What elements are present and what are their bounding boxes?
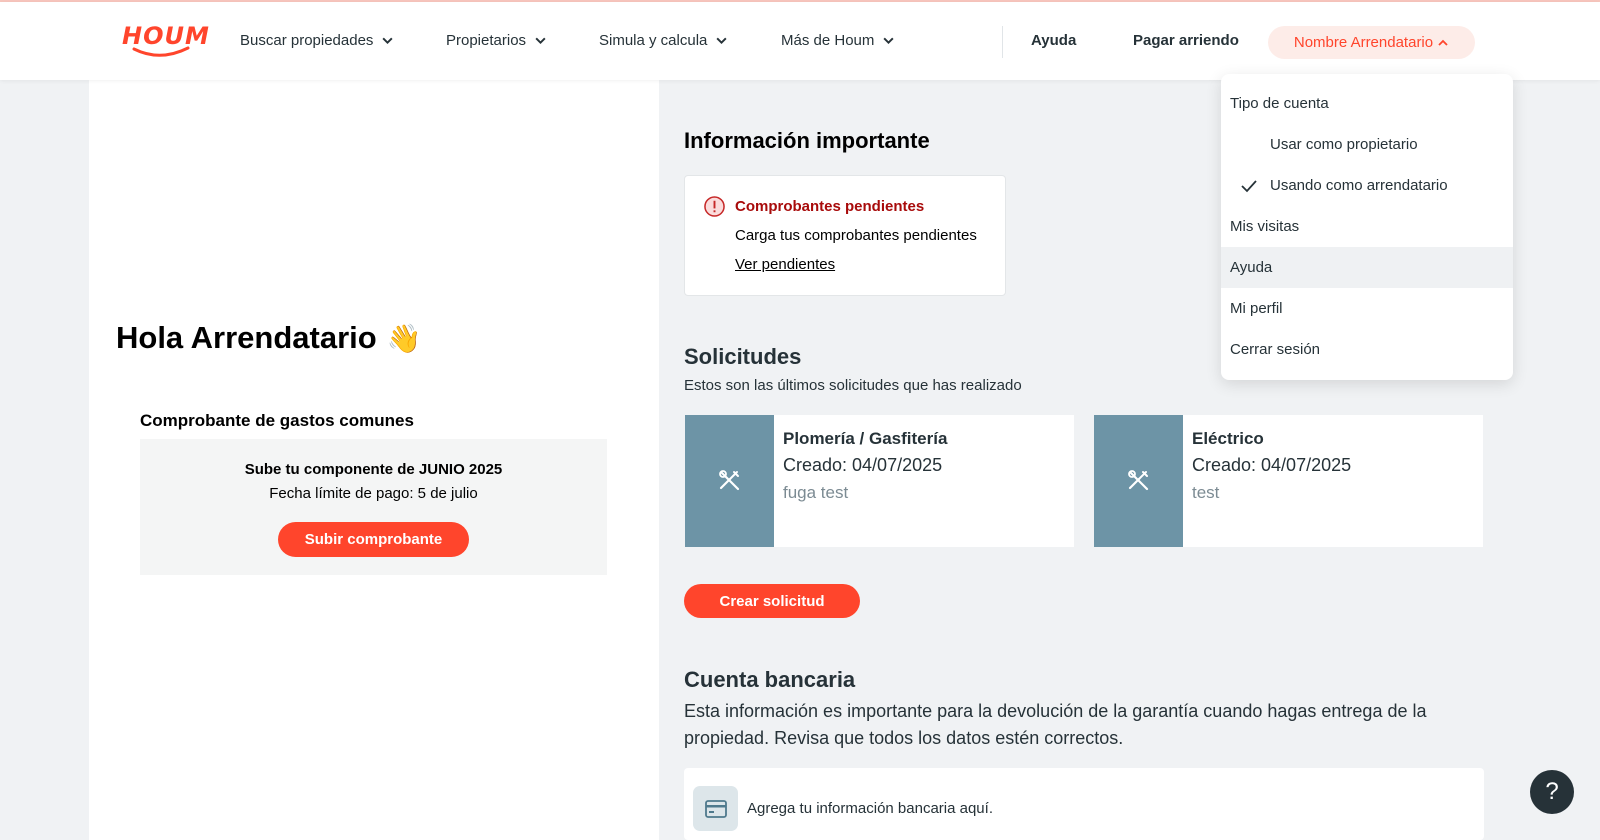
request-card[interactable]: Eléctrico Creado: 04/07/2025 test bbox=[1094, 415, 1483, 547]
menu-item-mis-visitas[interactable]: Mis visitas bbox=[1221, 206, 1513, 247]
nav-buscar-propiedades[interactable]: Buscar propiedades bbox=[240, 32, 394, 49]
nav-label: Simula y calcula bbox=[599, 32, 708, 49]
use-as-owner-option[interactable]: Usar como propietario bbox=[1221, 124, 1513, 165]
receipt-section-title: Comprobante de gastos comunes bbox=[140, 411, 414, 430]
request-name: Eléctrico bbox=[1192, 429, 1264, 448]
requests-subtitle: Estos son las últimos solicitudes que ha… bbox=[684, 377, 1022, 394]
menu-item-mi-perfil[interactable]: Mi perfil bbox=[1221, 288, 1513, 329]
credit-card-icon bbox=[704, 799, 727, 818]
request-icon-box bbox=[1094, 415, 1183, 547]
tools-icon bbox=[1127, 470, 1148, 491]
upload-receipt-button[interactable]: Subir comprobante bbox=[278, 522, 469, 557]
chevron-down-icon bbox=[716, 37, 727, 45]
tools-icon bbox=[718, 470, 739, 491]
receipt-due-date: Fecha límite de pago: 5 de julio bbox=[269, 485, 478, 502]
nav-label: Propietarios bbox=[446, 32, 527, 49]
question-mark-icon: ? bbox=[1545, 778, 1559, 805]
request-icon-box bbox=[685, 415, 774, 547]
user-name-label: Nombre Arrendatario bbox=[1293, 34, 1434, 51]
bank-account-description: Esta información es importante para la d… bbox=[684, 701, 1427, 748]
request-card[interactable]: Plomería / Gasfitería Creado: 04/07/2025… bbox=[685, 415, 1074, 547]
nav-pagar-arriendo[interactable]: Pagar arriendo bbox=[1133, 32, 1239, 49]
menu-item-cerrar-sesion[interactable]: Cerrar sesión bbox=[1221, 329, 1513, 370]
waving-hand-icon: 👋 bbox=[386, 322, 422, 354]
left-panel: Hola Arrendatario 👋 Comprobante de gasto… bbox=[89, 80, 659, 840]
greeting-heading: Hola Arrendatario 👋 bbox=[116, 320, 422, 356]
nav-propietarios[interactable]: Propietarios bbox=[446, 32, 547, 49]
nav-divider bbox=[1002, 26, 1003, 58]
option-label: Usar como propietario bbox=[1270, 136, 1418, 153]
help-fab-button[interactable]: ? bbox=[1530, 770, 1574, 814]
requests-title: Solicitudes bbox=[684, 344, 802, 369]
credit-card-icon-box bbox=[693, 786, 738, 831]
top-navbar: HOUM Buscar propiedades Propietarios Sim… bbox=[0, 2, 1600, 80]
user-dropdown-menu: Tipo de cuenta Usar como propietario Usa… bbox=[1221, 74, 1513, 380]
pending-receipts-card: Comprobantes pendientes Carga tus compro… bbox=[684, 175, 1006, 296]
bank-account-title: Cuenta bancaria bbox=[684, 667, 856, 692]
alert-circle-icon bbox=[704, 196, 725, 217]
greeting-text: Hola Arrendatario bbox=[116, 320, 377, 355]
checkmark-icon bbox=[1241, 180, 1257, 193]
request-created-date: Creado: 04/07/2025 bbox=[783, 455, 943, 475]
nav-label: Más de Houm bbox=[781, 32, 875, 49]
receipt-heading: Sube tu componente de JUNIO 2025 bbox=[244, 461, 503, 478]
nav-ayuda[interactable]: Ayuda bbox=[1031, 32, 1076, 49]
request-name: Plomería / Gasfitería bbox=[783, 429, 948, 448]
chevron-down-icon bbox=[535, 37, 546, 45]
user-menu-button[interactable]: Nombre Arrendatario bbox=[1268, 26, 1475, 59]
receipt-card: Sube tu componente de JUNIO 2025 Fecha l… bbox=[140, 439, 607, 575]
account-type-label: Tipo de cuenta bbox=[1230, 95, 1329, 112]
create-request-button[interactable]: Crear solicitud bbox=[684, 584, 860, 618]
using-as-tenant-option[interactable]: Usando como arrendatario bbox=[1221, 165, 1513, 206]
menu-item-ayuda[interactable]: Ayuda bbox=[1221, 247, 1513, 288]
request-created-date: Creado: 04/07/2025 bbox=[1192, 455, 1352, 475]
chevron-down-icon bbox=[382, 37, 393, 45]
alert-text: Carga tus comprobantes pendientes bbox=[735, 227, 977, 244]
view-pending-link[interactable]: Ver pendientes bbox=[735, 256, 835, 273]
nav-label: Buscar propiedades bbox=[240, 32, 374, 49]
info-section-title: Información importante bbox=[684, 128, 930, 153]
add-bank-info-card[interactable]: Agrega tu información bancaria aquí. bbox=[684, 768, 1484, 840]
request-description: test bbox=[1192, 483, 1220, 502]
chevron-down-icon bbox=[883, 37, 894, 45]
nav-mas-de-houm[interactable]: Más de Houm bbox=[781, 32, 895, 49]
request-description: fuga test bbox=[783, 483, 849, 502]
nav-simula-y-calcula[interactable]: Simula y calcula bbox=[599, 32, 728, 49]
logo-smile-icon bbox=[132, 46, 190, 57]
chevron-up-icon bbox=[1438, 39, 1448, 46]
houm-logo[interactable]: HOUM bbox=[122, 22, 209, 64]
option-label: Usando como arrendatario bbox=[1270, 177, 1448, 194]
bank-info-label: Agrega tu información bancaria aquí. bbox=[747, 800, 993, 817]
alert-title: Comprobantes pendientes bbox=[735, 198, 925, 215]
